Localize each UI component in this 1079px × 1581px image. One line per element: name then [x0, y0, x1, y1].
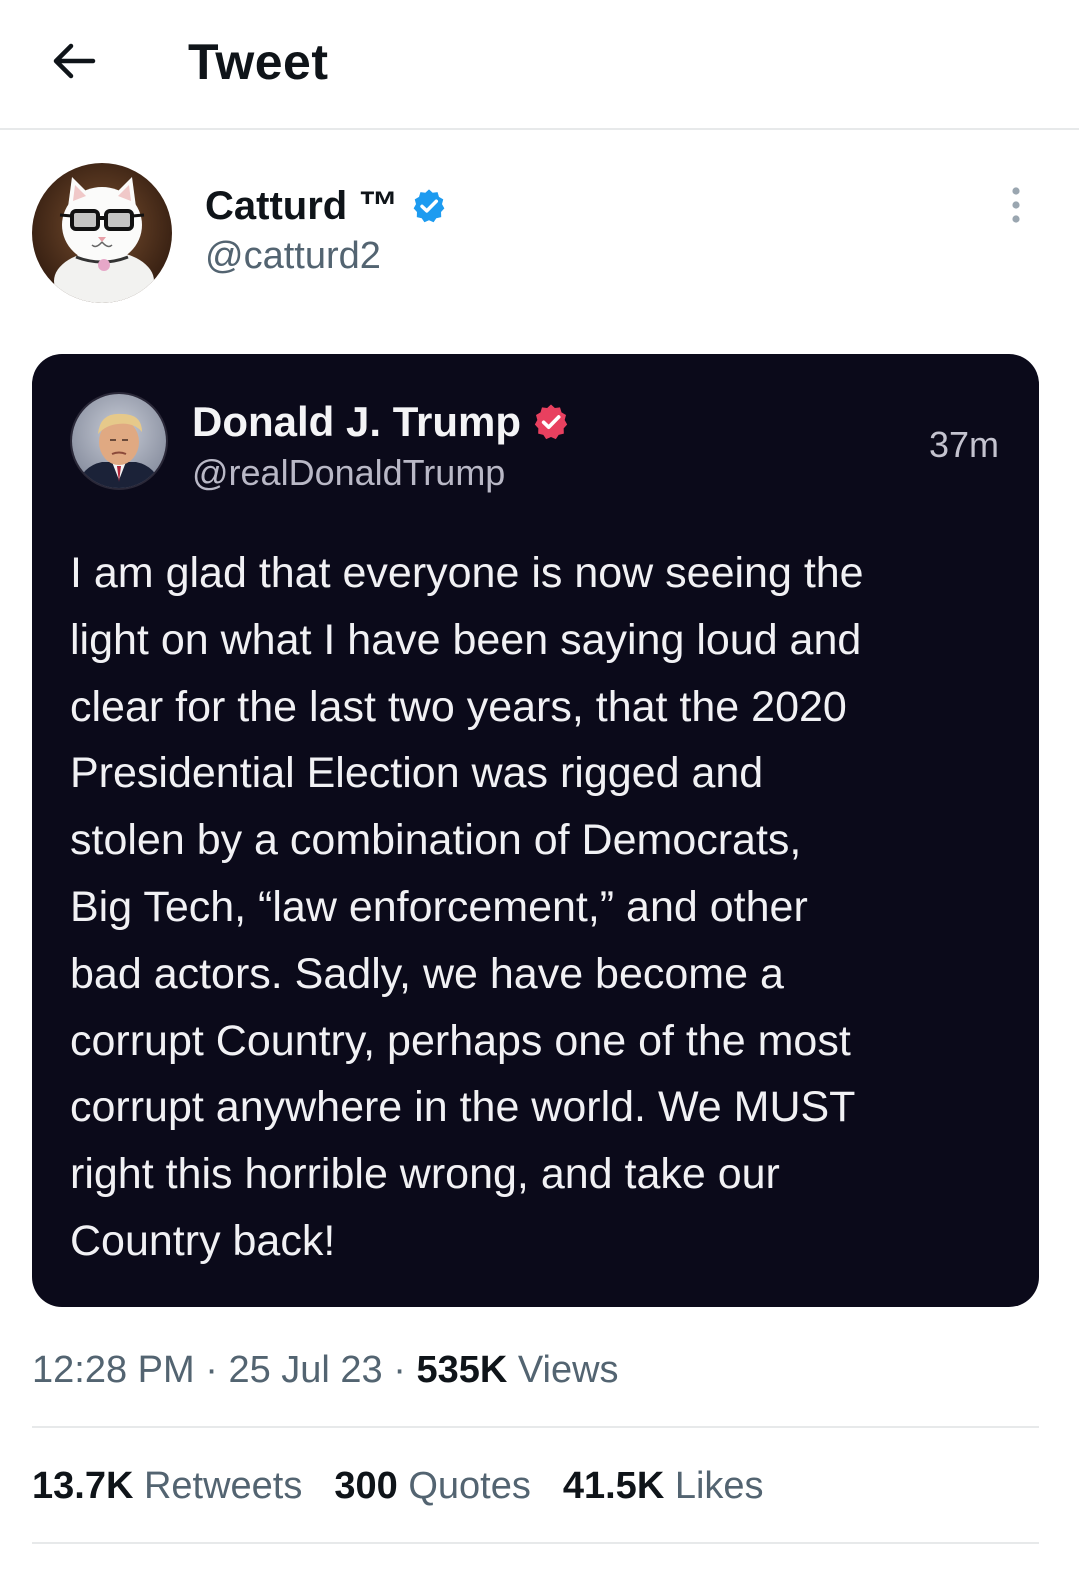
quotes-stat[interactable]: 300 Quotes — [334, 1460, 530, 1512]
embedded-post-display-name: Donald J. Trump — [192, 398, 522, 445]
meta-separator: · — [194, 1349, 229, 1391]
retweets-label: Retweets — [133, 1465, 303, 1507]
embedded-post-line: I am glad that everyone is now seeing th… — [70, 549, 864, 597]
quotes-count: 300 — [334, 1465, 398, 1507]
page-title: Tweet — [188, 34, 329, 90]
embedded-post-name-row: Donald J. Trump — [192, 396, 571, 448]
quotes-label: Quotes — [397, 1465, 531, 1507]
more-options-button[interactable] — [996, 182, 1036, 228]
embedded-post-time: 37m — [928, 424, 999, 465]
post-time[interactable]: 12:28 PM — [32, 1349, 195, 1391]
embedded-post-line: light on what I have been saying loud an… — [70, 615, 862, 664]
person-avatar-image — [72, 394, 166, 488]
retweets-stat[interactable]: 13.7K Retweets — [32, 1460, 302, 1512]
embedded-post-text: I am glad that everyone is now seeing th… — [70, 540, 1010, 1275]
embedded-post-line: Presidential Election was rigged and — [70, 749, 764, 798]
divider — [32, 1426, 1039, 1428]
embedded-post-avatar — [70, 392, 168, 490]
embedded-post-line: Country back! — [70, 1216, 336, 1265]
embedded-post-line: corrupt anywhere in the world. We MUST — [70, 1083, 856, 1132]
embedded-post-line: right this horrible wrong, and take our — [70, 1150, 780, 1199]
engagement-stats: 13.7K Retweets 300 Quotes 41.5K Likes — [32, 1460, 796, 1512]
likes-label: Likes — [664, 1465, 764, 1507]
divider — [32, 1542, 1039, 1544]
more-vertical-icon — [1012, 187, 1020, 223]
embedded-post-image[interactable]: Donald J. Trump @realDonaldTrump 37m I a… — [32, 354, 1039, 1307]
embedded-post-line: Big Tech, “law enforcement,” and other — [70, 882, 808, 931]
embedded-verified-badge-icon — [531, 402, 571, 442]
views-label[interactable]: Views — [507, 1349, 619, 1391]
retweets-count: 13.7K — [32, 1465, 134, 1507]
likes-stat[interactable]: 41.5K Likes — [563, 1460, 764, 1512]
embedded-post-line: clear for the last two years, that the 2… — [70, 682, 847, 731]
embedded-post-handle: @realDonaldTrump — [192, 452, 506, 493]
post-meta: 12:28 PM · 25 Jul 23 · 535K Views — [32, 1344, 619, 1396]
author-display-name[interactable]: Catturd ™ — [205, 180, 398, 232]
arrow-left-icon — [53, 43, 96, 79]
author-handle[interactable]: @catturd2 — [205, 232, 381, 280]
author-avatar[interactable] — [32, 163, 172, 303]
embedded-post-line: bad actors. Sadly, we have become a — [70, 949, 784, 998]
views-count[interactable]: 535K — [416, 1349, 507, 1391]
verified-badge-icon — [410, 187, 448, 225]
author-name-row[interactable]: Catturd ™ — [205, 180, 448, 232]
meta-separator: · — [382, 1349, 417, 1391]
top-bar: Tweet — [0, 0, 1079, 130]
likes-count: 41.5K — [562, 1465, 665, 1507]
post-date[interactable]: 25 Jul 23 — [228, 1349, 382, 1391]
back-button[interactable] — [44, 32, 102, 90]
embedded-post-line: corrupt Country, perhaps one of the most — [70, 1016, 851, 1065]
embedded-post-line: stolen by a combination of Democrats, — [70, 816, 802, 865]
cat-avatar-image — [32, 163, 172, 303]
